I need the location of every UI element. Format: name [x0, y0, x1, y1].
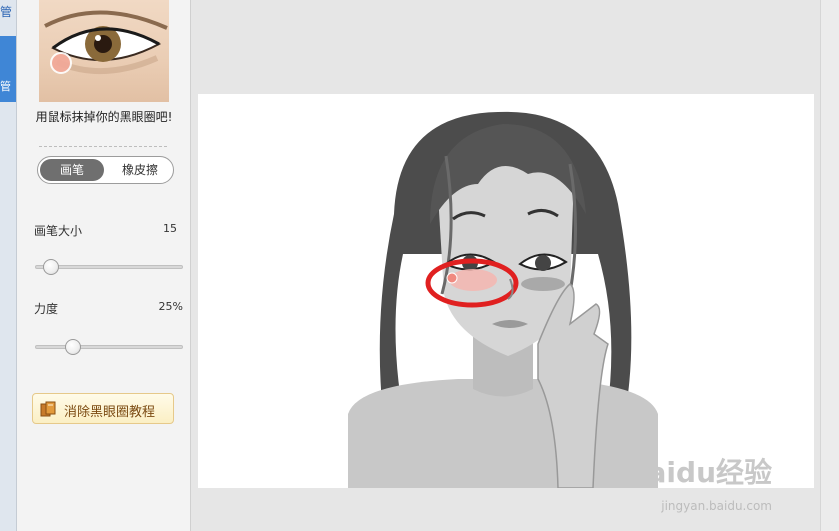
nav-label-top[interactable]: 管 — [0, 3, 16, 20]
editing-canvas-area: Baidu经验 jingyan.baidu.com — [192, 0, 820, 531]
brush-size-slider-handle[interactable] — [42, 259, 59, 275]
photo-canvas[interactable] — [198, 94, 814, 488]
section-divider — [39, 146, 167, 147]
nav-tab-label: 管 — [0, 80, 11, 93]
tool-panel: 用鼠标抹掉你的黑眼圈吧! 画笔 橡皮擦 画笔大小 15 力度 25% 消除黑眼圈… — [17, 0, 191, 531]
brush-size-value: 15 — [163, 222, 177, 235]
left-nav-strip: 管 管 — [0, 0, 17, 531]
baidu-jingyan-logo: Baidu经验 — [626, 456, 772, 489]
app-window: 管 管 用鼠标抹掉你的黑眼圈吧! 画笔 橡皮擦 画笔大小 15 力度 25% 消… — [0, 0, 839, 531]
tutorial-button-label: 消除黑眼圈教程 — [64, 405, 156, 420]
vertical-scrollbar[interactable] — [820, 0, 839, 531]
brush-size-slider[interactable] — [35, 259, 183, 275]
tool-toggle: 画笔 橡皮擦 — [37, 156, 174, 184]
cartoon-portrait-illustration — [348, 111, 658, 488]
eye-preview-illustration — [44, 10, 168, 75]
book-icon — [40, 401, 56, 417]
strength-slider-handle[interactable] — [65, 339, 81, 355]
strength-label: 力度 — [34, 302, 59, 316]
preview-hint-text: 用鼠标抹掉你的黑眼圈吧! — [35, 110, 173, 124]
watermark-url: jingyan.baidu.com — [661, 499, 772, 513]
strength-slider[interactable] — [35, 339, 183, 355]
eye-preview-image — [39, 0, 169, 102]
eraser-tool-button[interactable]: 橡皮擦 — [108, 159, 172, 181]
brush-tool-button[interactable]: 画笔 — [40, 159, 104, 181]
strength-value: 25% — [158, 300, 183, 313]
nav-tab-active[interactable]: 管 — [0, 36, 16, 102]
brush-size-label: 画笔大小 — [34, 224, 83, 238]
dark-circle-tutorial-button[interactable]: 消除黑眼圈教程 — [32, 393, 174, 424]
